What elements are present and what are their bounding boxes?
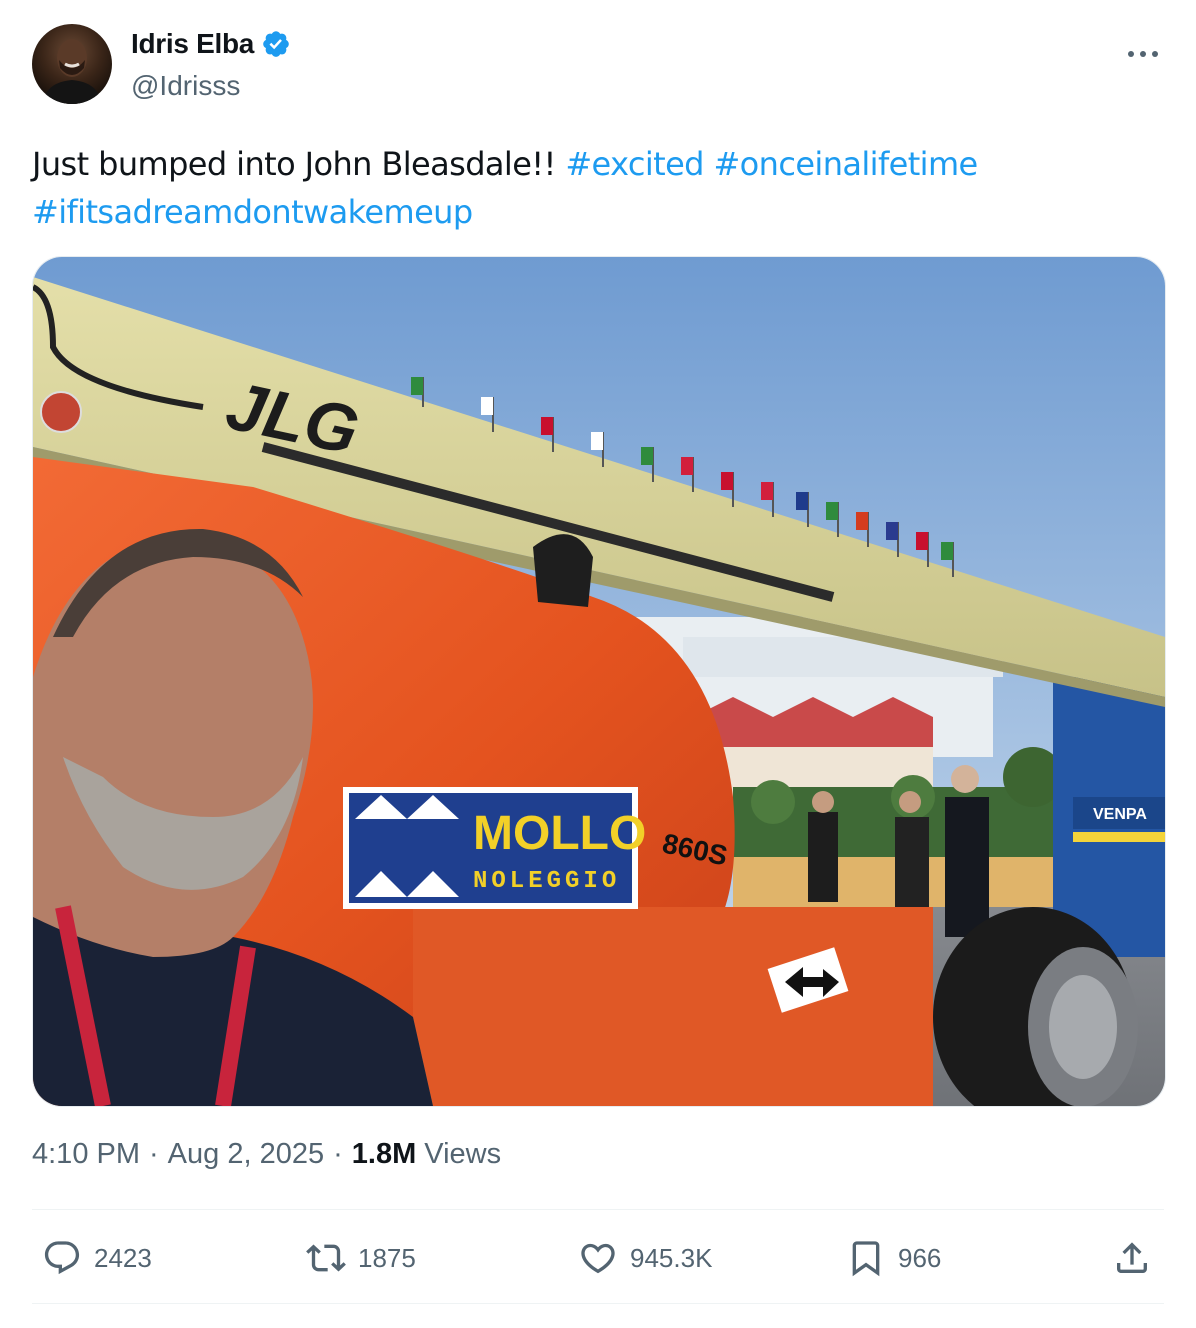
hashtag-link[interactable]: #excited <box>565 145 704 183</box>
reply-icon <box>44 1241 80 1275</box>
tweet-meta: 4:10 PM · Aug 2, 2025 · 1.8M Views <box>32 1138 501 1171</box>
tweet-time[interactable]: 4:10 PM <box>32 1138 140 1171</box>
meta-separator: · <box>149 1138 159 1170</box>
verified-icon <box>263 31 289 57</box>
bookmark-count: 966 <box>898 1242 942 1273</box>
action-bar: 2423 1875 945.3K 966 <box>32 1226 1164 1290</box>
share-icon <box>1117 1242 1147 1273</box>
avatar-photo <box>42 39 102 104</box>
meta-separator: · <box>333 1138 343 1170</box>
decal-brand-main: MOLLO <box>473 807 646 860</box>
views-label: Views <box>424 1138 502 1170</box>
lift-brand-label: VENPA <box>1093 806 1147 823</box>
repost-count: 1875 <box>358 1242 416 1273</box>
tweet-date[interactable]: Aug 2, 2025 <box>168 1138 324 1171</box>
reply-count: 2423 <box>94 1242 152 1273</box>
bookmark-button[interactable]: 966 <box>846 1226 941 1290</box>
tweet-body-text: Just bumped into John Bleasdale!! <box>32 145 566 183</box>
hashtag-link[interactable]: #onceinalifetime <box>713 145 978 183</box>
bookmark-icon <box>852 1241 880 1277</box>
reply-button[interactable]: 2423 <box>42 1226 152 1290</box>
tweet-text: Just bumped into John Bleasdale!! #excit… <box>32 140 1152 236</box>
more-icon[interactable] <box>1126 42 1160 62</box>
avatar[interactable] <box>32 24 112 104</box>
repost-button[interactable]: 1875 <box>306 1226 416 1290</box>
display-name[interactable]: Idris Elba <box>131 28 254 60</box>
views-count: 1.8M <box>351 1138 417 1170</box>
author-name-row[interactable]: Idris Elba <box>131 28 291 60</box>
like-count: 945.3K <box>630 1242 713 1273</box>
share-button[interactable] <box>1112 1226 1152 1290</box>
like-icon <box>581 1243 615 1274</box>
tweet-photo[interactable]: VENPA JLG MOLLO NOLEGGIO 860S <box>32 256 1166 1107</box>
decal-brand-sub: NOLEGGIO <box>473 868 620 895</box>
author-handle[interactable]: @Idrisss <box>131 70 240 102</box>
divider <box>32 1303 1164 1304</box>
like-button[interactable]: 945.3K <box>578 1226 712 1290</box>
divider <box>32 1209 1164 1210</box>
repost-icon <box>306 1244 346 1272</box>
hashtag-link[interactable]: #ifitsadreamdontwakemeup <box>32 193 473 231</box>
photo-scene: VENPA JLG MOLLO NOLEGGIO 860S <box>33 257 1165 1106</box>
